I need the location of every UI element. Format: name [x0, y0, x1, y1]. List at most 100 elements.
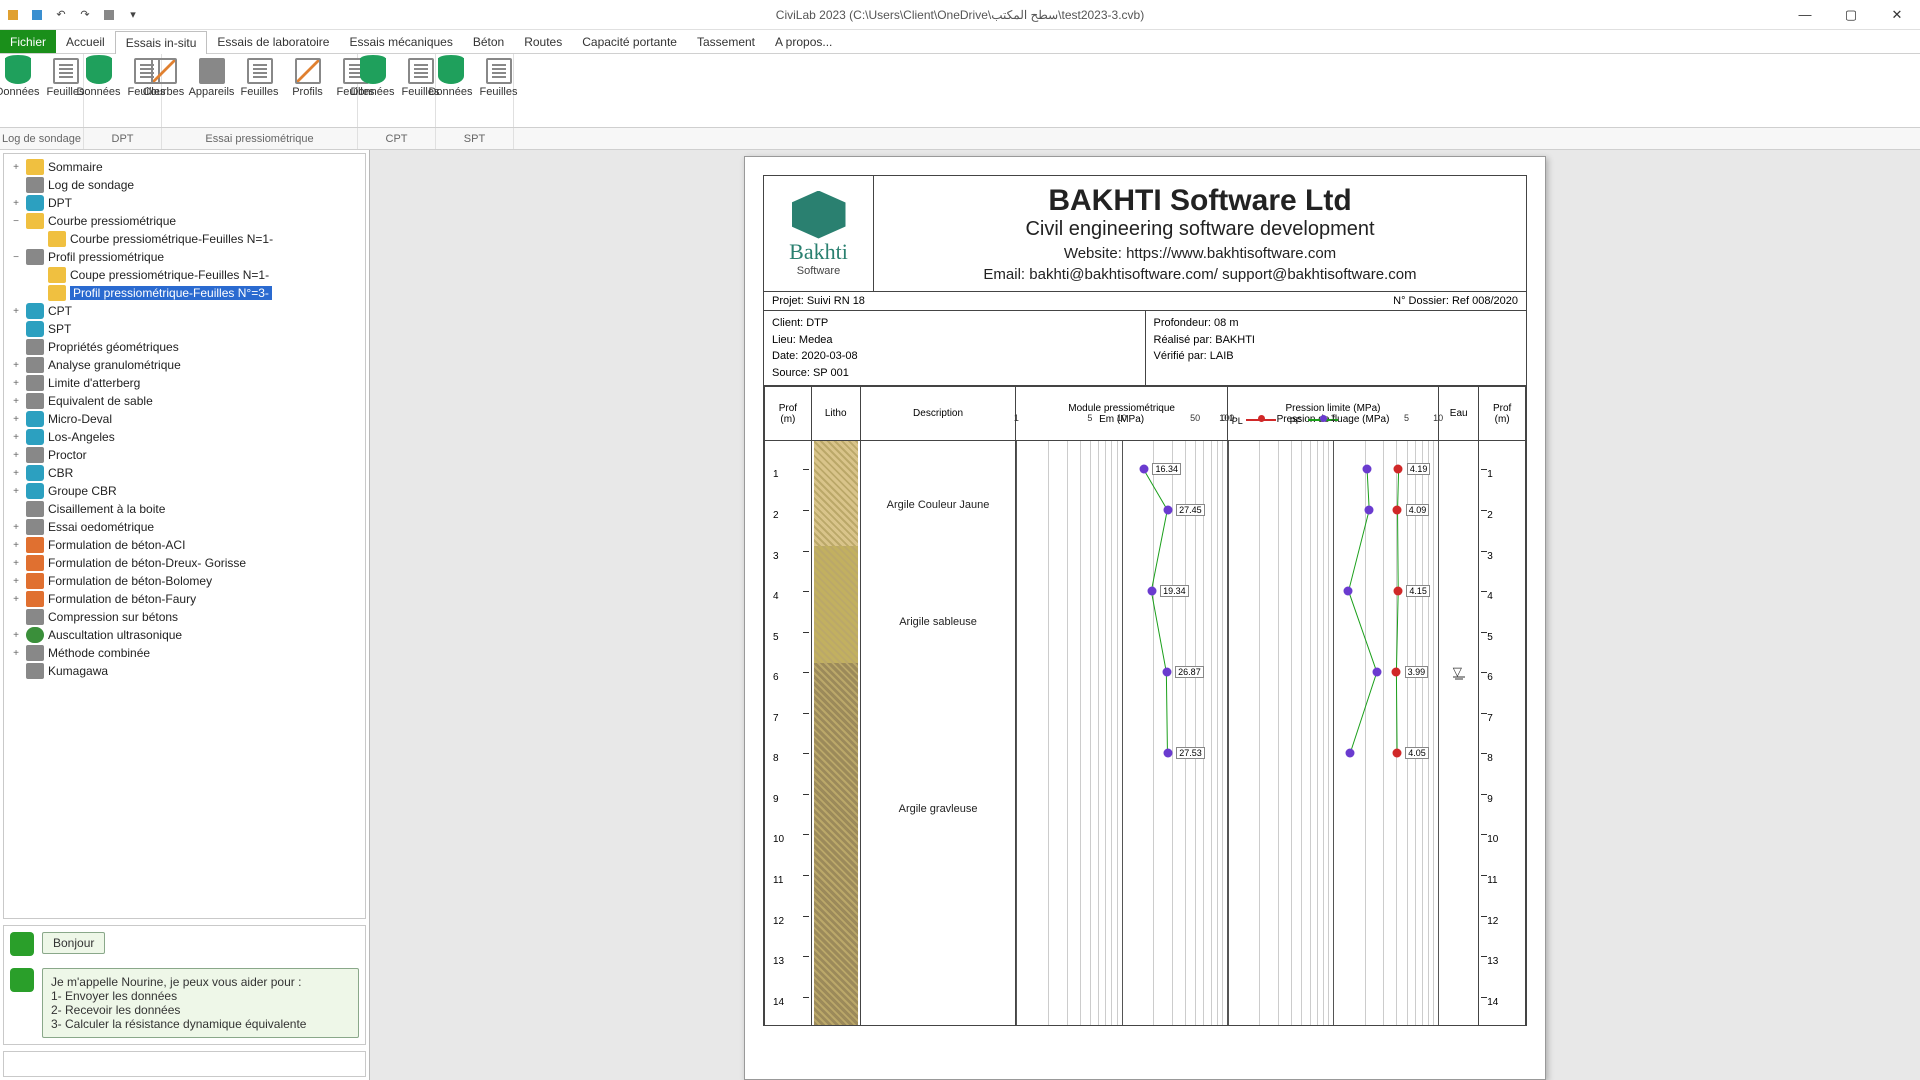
expand-icon[interactable]: + — [10, 594, 22, 605]
col-em: Module pressiométrique Em (MPa) 15105010… — [1016, 387, 1227, 441]
tree-node[interactable]: +Los-Angeles — [6, 428, 363, 446]
tree-node[interactable]: Coupe pressiométrique-Feuilles N=1- — [6, 266, 363, 284]
tree-node[interactable]: +Formulation de béton-Faury — [6, 590, 363, 608]
expand-icon[interactable]: + — [10, 486, 22, 497]
preview-canvas[interactable]: Bakhti Software BAKHTI Software Ltd Civi… — [370, 150, 1920, 1080]
tree-node[interactable]: Propriétés géométriques — [6, 338, 363, 356]
expand-icon[interactable]: + — [10, 414, 22, 425]
tree-node[interactable]: Compression sur bétons — [6, 608, 363, 626]
tree-node[interactable]: Courbe pressiométrique-Feuilles N=1- — [6, 230, 363, 248]
ribbon-feuilles-button[interactable]: Feuilles — [479, 58, 519, 98]
expand-icon[interactable]: + — [10, 576, 22, 587]
ribbon-données-button[interactable]: Données — [0, 58, 38, 98]
expand-icon[interactable]: − — [10, 216, 22, 227]
tree-node[interactable]: +Proctor — [6, 446, 363, 464]
menu-item[interactable]: Capacité portante — [572, 30, 687, 53]
data-label: 4.05 — [1405, 747, 1429, 759]
qat-app-icon[interactable] — [4, 6, 22, 24]
qat-undo-icon[interactable]: ↶ — [52, 6, 70, 24]
tree-node[interactable]: +Micro-Deval — [6, 410, 363, 428]
maximize-button[interactable]: ▢ — [1828, 0, 1874, 30]
tree-node[interactable]: +Formulation de béton-Bolomey — [6, 572, 363, 590]
ribbon-données-button[interactable]: Données — [431, 58, 471, 98]
misc-icon — [26, 177, 44, 193]
tree-node[interactable]: −Courbe pressiométrique — [6, 212, 363, 230]
qat-redo-icon[interactable]: ↷ — [76, 6, 94, 24]
tree-node[interactable]: +Groupe CBR — [6, 482, 363, 500]
tree-node[interactable]: +Essai oedométrique — [6, 518, 363, 536]
project-tree[interactable]: +SommaireLog de sondage+DPT−Courbe press… — [3, 153, 366, 919]
curve-icon — [151, 58, 177, 84]
expand-icon[interactable]: + — [10, 162, 22, 173]
data-point — [1345, 749, 1354, 758]
tree-node[interactable]: +CBR — [6, 464, 363, 482]
ribbon-données-button[interactable]: Données — [79, 58, 119, 98]
qat-dropdown-icon[interactable]: ▾ — [124, 6, 142, 24]
water-column: ▽ — [1439, 441, 1479, 1026]
data-point — [1372, 668, 1381, 677]
folder-icon — [48, 267, 66, 283]
qat-print-icon[interactable] — [100, 6, 118, 24]
menu-item[interactable]: Essais de laboratoire — [207, 30, 339, 53]
tree-node[interactable]: +Equivalent de sable — [6, 392, 363, 410]
expand-icon[interactable]: − — [10, 252, 22, 263]
expand-icon[interactable]: + — [10, 198, 22, 209]
mix-icon — [26, 591, 44, 607]
tree-node[interactable]: +Auscultation ultrasonique — [6, 626, 363, 644]
tree-node[interactable]: +Formulation de béton-ACI — [6, 536, 363, 554]
menu-item[interactable]: Essais in-situ — [115, 31, 208, 54]
ribbon-feuilles-button[interactable]: Feuilles — [240, 58, 280, 98]
tree-node[interactable]: −Profil pressiométrique — [6, 248, 363, 266]
menu-item[interactable]: A propos... — [765, 30, 842, 53]
data-point — [1163, 749, 1172, 758]
db-icon — [5, 58, 31, 84]
tree-node[interactable]: Profil pressiométrique-Feuilles N°=3- — [6, 284, 363, 302]
expand-icon[interactable]: + — [10, 648, 22, 659]
tree-node[interactable]: Kumagawa — [6, 662, 363, 680]
menu-file[interactable]: Fichier — [0, 30, 56, 53]
report-header: Bakhti Software BAKHTI Software Ltd Civi… — [763, 175, 1527, 292]
col-litho: Litho — [811, 387, 860, 441]
tree-node[interactable]: +Sommaire — [6, 158, 363, 176]
expand-icon[interactable]: + — [10, 450, 22, 461]
menu-item[interactable]: Accueil — [56, 30, 115, 53]
left-panel: +SommaireLog de sondage+DPT−Courbe press… — [0, 150, 370, 1080]
tree-node[interactable]: +Formulation de béton-Dreux- Gorisse — [6, 554, 363, 572]
expand-icon[interactable]: + — [10, 522, 22, 533]
menu-item[interactable]: Tassement — [687, 30, 765, 53]
expand-icon[interactable]: + — [10, 396, 22, 407]
meta-right-col: Profondeur: 08 mRéalisé par: BAKHTIVérif… — [1146, 311, 1527, 385]
misc-icon — [26, 519, 44, 535]
minimize-button[interactable]: — — [1782, 0, 1828, 30]
expand-icon[interactable]: + — [10, 378, 22, 389]
ribbon-profils-button[interactable]: Profils — [288, 58, 328, 98]
data-point — [1344, 587, 1353, 596]
tree-node[interactable]: Log de sondage — [6, 176, 363, 194]
tree-node[interactable]: +Analyse granulométrique — [6, 356, 363, 374]
tree-node[interactable]: Cisaillement à la boite — [6, 500, 363, 518]
tree-node[interactable]: SPT — [6, 320, 363, 338]
tree-node[interactable]: +Limite d'atterberg — [6, 374, 363, 392]
expand-icon[interactable]: + — [10, 558, 22, 569]
close-button[interactable]: ✕ — [1874, 0, 1920, 30]
expand-icon[interactable]: + — [10, 360, 22, 371]
tree-node[interactable]: +CPT — [6, 302, 363, 320]
tree-node[interactable]: +Méthode combinée — [6, 644, 363, 662]
folder-icon — [26, 159, 44, 175]
expand-icon[interactable]: + — [10, 630, 22, 641]
expand-icon[interactable]: + — [10, 468, 22, 479]
menu-item[interactable]: Routes — [514, 30, 572, 53]
menu-item[interactable]: Béton — [463, 30, 514, 53]
expand-icon[interactable]: + — [10, 540, 22, 551]
col-eau: Eau — [1439, 387, 1479, 441]
expand-icon[interactable]: + — [10, 432, 22, 443]
menu-item[interactable]: Essais mécaniques — [339, 30, 462, 53]
ribbon-appareils-button[interactable]: Appareils — [192, 58, 232, 98]
data-point — [1392, 668, 1401, 677]
assistant-input[interactable] — [3, 1051, 366, 1077]
expand-icon[interactable]: + — [10, 306, 22, 317]
qat-save-icon[interactable] — [28, 6, 46, 24]
pl-chart-column: 4.194.094.153.994.05 — [1227, 441, 1438, 1026]
tree-node[interactable]: +DPT — [6, 194, 363, 212]
misc-icon — [26, 645, 44, 661]
